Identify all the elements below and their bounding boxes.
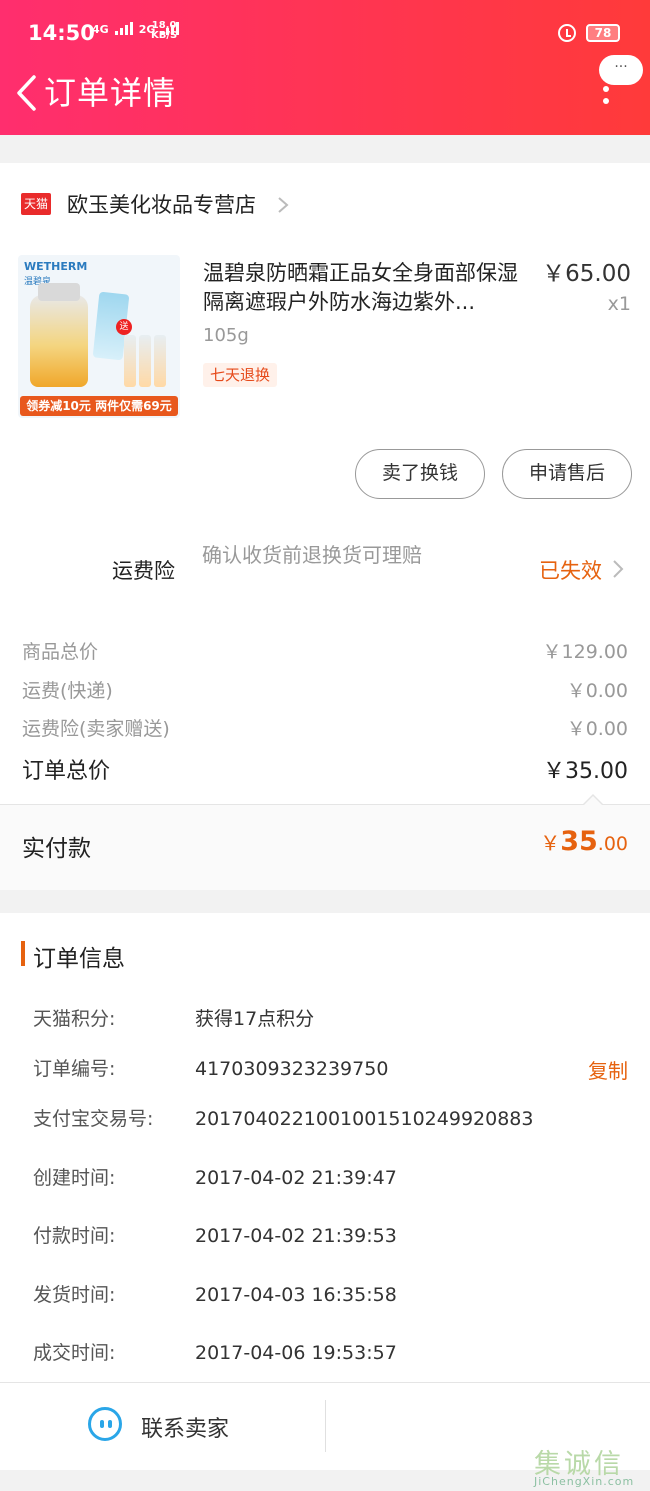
paid-label: 实付款 [22, 836, 91, 862]
product-promo-bar: 领券减10元 两件仅需69元 [20, 396, 178, 416]
info-value: 2017040221001001510249920883 [195, 1108, 534, 1130]
info-value: 获得17点积分 [195, 1008, 315, 1030]
fee-row-shipping: 运费(快递) ￥0.00 [22, 676, 628, 703]
info-label: 订单编号: [33, 1058, 116, 1080]
copy-button[interactable]: 复制 [588, 1055, 628, 1084]
insurance-label: 运费险 [112, 559, 175, 583]
info-value: 4170309323239750 [195, 1058, 389, 1080]
insurance-status[interactable]: 已失效 [539, 555, 602, 585]
fee-row-insurance: 运费险(卖家赠送) ￥0.00 [22, 714, 628, 741]
tmall-logo: 天猫 [21, 193, 51, 215]
alarm-icon [558, 24, 576, 42]
sell-button[interactable]: 卖了换钱 [355, 449, 485, 499]
info-value: 2017-04-02 21:39:53 [195, 1225, 397, 1247]
status-bar: 14:50 4G 2G 18.0 KB/S 78 [0, 0, 650, 66]
info-label: 发货时间: [33, 1284, 116, 1306]
info-label: 创建时间: [33, 1167, 116, 1189]
status-time: 14:50 [28, 21, 95, 45]
order-total-label: 订单总价 [22, 759, 111, 784]
fee-label: 商品总价 [22, 641, 99, 663]
fee-value: ￥0.00 [566, 718, 628, 740]
info-label: 天猫积分: [33, 1008, 116, 1030]
info-value: 2017-04-06 19:53:57 [195, 1342, 397, 1364]
product-mini [154, 335, 166, 387]
section-accent-bar [21, 941, 25, 966]
paid-currency: ￥ [540, 831, 561, 855]
product-quantity: x1 [607, 293, 631, 315]
page-title: 订单详情 [44, 74, 177, 112]
paid-decimal: .00 [597, 833, 628, 855]
more-dots-icon[interactable] [603, 86, 609, 110]
speed-unit: KB/S [151, 30, 178, 41]
order-info-title: 订单信息 [33, 946, 125, 972]
info-value: 2017-04-02 21:39:47 [195, 1167, 397, 1189]
battery-icon: 78 [586, 24, 620, 42]
order-total-value: ￥35.00 [543, 759, 628, 784]
gift-badge: 送 [116, 319, 132, 335]
order-info-card [0, 913, 650, 1382]
product-title[interactable]: 温碧泉防晒霜正品女全身面部保湿隔离遮瑕户外防水海边紫外... [203, 259, 528, 317]
fee-row-goods: 商品总价 ￥129.00 [22, 637, 628, 664]
chat-face-icon[interactable] [88, 1407, 122, 1441]
paid-notch-inner [584, 796, 602, 805]
product-mini [124, 335, 136, 387]
fee-value: ￥129.00 [542, 641, 628, 663]
product-bottle-cap [38, 283, 80, 301]
network-speed: 18.0 KB/S [151, 21, 177, 41]
signal-icon [114, 22, 133, 35]
info-label: 成交时间: [33, 1342, 116, 1364]
more-menu-button[interactable]: ··· [599, 55, 643, 85]
fee-label: 运费险(卖家赠送) [22, 718, 170, 740]
insurance-description: 确认收货前退换货可理赔 [202, 543, 422, 567]
product-image-brand: WETHERM [24, 260, 88, 273]
info-value: 2017-04-03 16:35:58 [195, 1284, 397, 1306]
product-image[interactable]: WETHERM 温碧泉 送 领券减10元 两件仅需69元 [18, 255, 180, 418]
product-mini [139, 335, 151, 387]
paid-integer: 35 [560, 826, 598, 857]
shop-name-link[interactable]: 欧玉美化妆品专营店 [67, 190, 256, 220]
product-price: ￥65.00 [542, 261, 631, 287]
footer-divider [325, 1400, 326, 1452]
info-label: 付款时间: [33, 1225, 116, 1247]
product-bottle [30, 295, 88, 387]
network-4g-label: 4G [92, 23, 109, 36]
paid-amount: ￥35.00 [540, 826, 628, 857]
status-right: 78 [558, 24, 620, 42]
order-total-row: 订单总价 ￥35.00 [22, 753, 628, 785]
contact-seller-button[interactable]: 联系卖家 [141, 1411, 229, 1443]
fee-value: ￥0.00 [566, 680, 628, 702]
back-arrow-icon[interactable] [14, 74, 42, 112]
info-label: 支付宝交易号: [33, 1108, 154, 1130]
fee-label: 运费(快递) [22, 680, 113, 702]
watermark-url: JiChengXin.com [534, 1475, 635, 1488]
chevron-right-icon[interactable] [611, 558, 625, 580]
chevron-right-icon[interactable] [276, 196, 290, 214]
app-header: 14:50 4G 2G 18.0 KB/S 78 订单详情 ··· [0, 0, 650, 135]
return-policy-tag: 七天退换 [203, 363, 278, 387]
aftersale-button[interactable]: 申请售后 [502, 449, 632, 499]
product-spec: 105g [203, 325, 249, 346]
